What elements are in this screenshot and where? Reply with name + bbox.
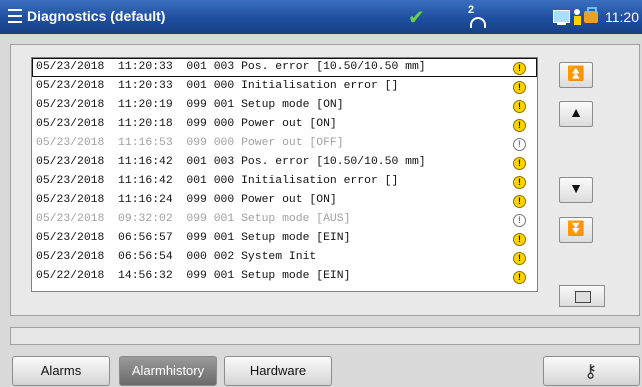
- warning-icon: !: [513, 233, 526, 246]
- warning-icon: !: [513, 100, 526, 113]
- warning-icon: !: [513, 271, 526, 284]
- scroll-up-button[interactable]: ▲: [559, 101, 593, 127]
- warning-icon: !: [513, 138, 526, 151]
- print-button[interactable]: [559, 285, 605, 307]
- alarm-history-panel: 05/23/2018 11:20:33 001 003 Pos. error […: [10, 44, 640, 316]
- clock: 11:20: [605, 9, 639, 25]
- tab-hardware[interactable]: Hardware: [224, 356, 332, 386]
- alarm-text: 05/22/2018 14:56:32 099 001 Setup mode […: [36, 270, 351, 282]
- alarm-row[interactable]: 05/22/2018 14:56:32 099 001 Setup mode […: [32, 267, 537, 286]
- title-bar: Diagnostics (default) ✔ 2 11:20: [0, 0, 642, 34]
- monitor-icon[interactable]: [553, 10, 570, 25]
- user-level-value: 2: [468, 4, 475, 16]
- printer-icon: [575, 291, 591, 303]
- warning-icon: !: [513, 81, 526, 94]
- operator-icon[interactable]: [574, 9, 581, 25]
- alarm-row[interactable]: 05/23/2018 11:16:42 001 003 Pos. error […: [32, 153, 537, 172]
- warning-icon: !: [513, 195, 526, 208]
- up-arrow-icon: ▲: [569, 104, 583, 120]
- alarm-row[interactable]: 05/23/2018 06:56:54 000 002 System Init!: [32, 248, 537, 267]
- user-level-icon[interactable]: 2: [465, 4, 486, 28]
- alarm-text: 05/23/2018 09:32:02 099 001 Setup mode […: [36, 213, 351, 225]
- alarm-row[interactable]: 05/23/2018 11:20:19 099 001 Setup mode […: [32, 96, 537, 115]
- down-arrow-icon: ▼: [569, 180, 583, 196]
- scroll-first-button[interactable]: ⏫: [559, 62, 593, 88]
- warning-icon: !: [513, 62, 526, 75]
- alarm-row[interactable]: 05/23/2018 11:20:33 001 003 Pos. error […: [32, 58, 537, 77]
- alarm-row[interactable]: 05/23/2018 06:56:57 099 001 Setup mode […: [32, 229, 537, 248]
- warning-icon: !: [513, 157, 526, 170]
- service-key-button[interactable]: ⚷: [543, 356, 640, 386]
- double-down-arrow-icon: ⏬: [567, 220, 585, 236]
- scroll-last-button[interactable]: ⏬: [559, 217, 593, 243]
- double-up-arrow-icon: ⏫: [567, 65, 585, 81]
- warning-icon: !: [513, 252, 526, 265]
- alarm-text: 05/23/2018 06:56:54 000 002 System Init: [36, 251, 317, 263]
- alarm-row[interactable]: 05/23/2018 11:20:18 099 000 Power out [O…: [32, 115, 537, 134]
- page-title: Diagnostics (default): [27, 8, 166, 24]
- alarm-text: 05/23/2018 11:16:24 099 000 Power out [O…: [36, 194, 337, 206]
- alarm-row[interactable]: 05/23/2018 11:16:53 099 000 Power out [O…: [32, 134, 537, 153]
- alarm-row[interactable]: 05/23/2018 11:20:33 001 000 Initialisati…: [32, 77, 537, 96]
- alarm-row[interactable]: 05/23/2018 09:32:02 099 001 Setup mode […: [32, 210, 537, 229]
- key-icon: ⚷: [584, 361, 598, 381]
- alarm-row[interactable]: 05/23/2018 11:16:24 099 000 Power out [O…: [32, 191, 537, 210]
- warning-icon: !: [513, 214, 526, 227]
- warning-icon: !: [513, 119, 526, 132]
- menu-icon[interactable]: [8, 9, 22, 23]
- alarm-text: 05/23/2018 06:56:57 099 001 Setup mode […: [36, 232, 351, 244]
- alarm-text: 05/23/2018 11:20:33 001 003 Pos. error […: [36, 61, 426, 73]
- alarm-row[interactable]: 05/23/2018 11:16:42 001 000 Initialisati…: [32, 172, 537, 191]
- alarm-text: 05/23/2018 11:20:33 001 000 Initialisati…: [36, 80, 399, 92]
- status-bar: [10, 327, 640, 345]
- scroll-down-button[interactable]: ▼: [559, 177, 593, 203]
- tab-alarmhistory[interactable]: Alarmhistory: [119, 356, 217, 386]
- tab-alarms[interactable]: Alarms: [12, 356, 110, 386]
- alarm-text: 05/23/2018 11:20:19 099 001 Setup mode […: [36, 99, 344, 111]
- alarm-text: 05/23/2018 11:16:42 001 000 Initialisati…: [36, 175, 399, 187]
- alarm-text: 05/23/2018 11:20:18 099 000 Power out [O…: [36, 118, 337, 130]
- toolbox-icon[interactable]: [584, 7, 598, 23]
- warning-icon: !: [513, 176, 526, 189]
- alarm-text: 05/23/2018 11:16:42 001 003 Pos. error […: [36, 156, 426, 168]
- alarm-text: 05/23/2018 11:16:53 099 000 Power out [O…: [36, 137, 344, 149]
- checkmark-icon: ✔: [408, 7, 425, 29]
- alarm-history-list[interactable]: 05/23/2018 11:20:33 001 003 Pos. error […: [31, 57, 538, 292]
